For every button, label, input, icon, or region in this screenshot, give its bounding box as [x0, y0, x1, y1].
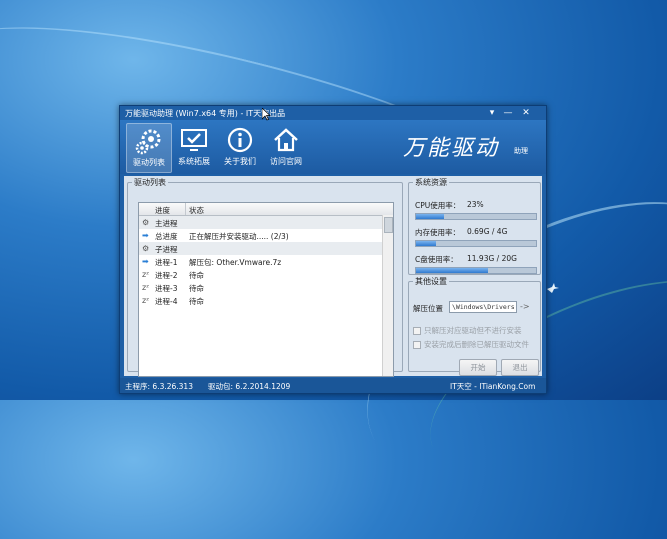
disk-usage-text: C盘使用率： 11.93G / 20G — [415, 254, 517, 264]
extract-path-label: 解压位置 — [413, 304, 443, 313]
extract-only-checkbox[interactable]: 只解压对应驱动但不进行安装 — [413, 325, 533, 335]
website-link[interactable]: IT天空 - ITianKong.Com — [450, 381, 535, 392]
logo-text: 万能驱动 — [403, 136, 500, 161]
list-item[interactable]: ⚙ 主进程 — [139, 216, 383, 229]
list-scrollbar[interactable] — [382, 215, 393, 376]
settings-button[interactable]: ▾ — [485, 107, 499, 119]
toolbar-label: 系统拓展 — [178, 157, 210, 166]
memory-usage-text: 内存使用率： 0.69G / 4G — [415, 227, 508, 237]
cpu-usage-bar — [415, 213, 537, 220]
list-item[interactable]: ⚙ 子进程 — [139, 242, 383, 255]
list-item[interactable]: ➡ 总进度 正在解压并安装驱动..... (2/3) — [139, 229, 383, 242]
memory-usage-bar — [415, 240, 537, 247]
logo-subtext: 助理 — [514, 147, 528, 155]
toolbar: 驱动列表 系统拓展 关于我们 访问官网 万能驱动 助理 — [120, 120, 546, 174]
gear-icon: ⚙ — [142, 244, 150, 253]
group-title: 系统资源 — [415, 178, 447, 187]
driver-package-version: 驱动包: 6.2.2014.1209 — [208, 382, 291, 391]
cpu-usage-text: CPU使用率： 23% — [415, 200, 484, 210]
sleep-icon: zᶻ — [142, 270, 150, 279]
toolbar-label: 关于我们 — [224, 157, 256, 166]
title-bar[interactable]: 万能驱动助理 (Win7.x64 专用) - IT天空出品 ▾ — ✕ — [120, 106, 546, 120]
main-content: 驱动列表 进度 状态 ⚙ 主进程 ➡ 总进度 正在解压并安装驱动..... (2… — [124, 176, 542, 377]
list-item[interactable]: zᶻ 进程-2 待命 — [139, 268, 383, 281]
main-program-version: 主程序: 6.3.26.313 — [125, 382, 193, 391]
close-button[interactable]: ✕ — [519, 107, 533, 119]
bird-icon — [547, 283, 559, 293]
group-title: 其他设置 — [415, 277, 447, 286]
disk-usage-bar — [415, 267, 537, 274]
list-header: 进度 状态 — [139, 203, 393, 216]
delete-after-install-checkbox[interactable]: 安装完成后删除已解压驱动文件 — [413, 339, 533, 349]
other-settings-group: 其他设置 解压位置 \Windows\Drivers -> 只解压对应驱动但不进… — [408, 276, 541, 376]
toolbar-label: 驱动列表 — [133, 158, 165, 167]
driver-list-group: 驱动列表 进度 状态 ⚙ 主进程 ➡ 总进度 正在解压并安装驱动..... (2… — [127, 177, 403, 377]
toolbar-system-extend[interactable]: 系统拓展 — [172, 123, 216, 171]
list-item[interactable]: ➡ 进程-1 解压包: Other.Vmware.7z — [139, 255, 383, 268]
group-title: 驱动列表 — [134, 178, 166, 187]
driver-list[interactable]: 进度 状态 ⚙ 主进程 ➡ 总进度 正在解压并安装驱动..... (2/3) ⚙… — [138, 202, 394, 377]
gears-icon — [135, 129, 161, 155]
sleep-icon: zᶻ — [142, 296, 150, 305]
home-icon — [274, 128, 298, 152]
toolbar-about[interactable]: 关于我们 — [218, 123, 262, 171]
toolbar-driver-list[interactable]: 驱动列表 — [126, 123, 172, 173]
toolbar-website[interactable]: 访问官网 — [264, 123, 308, 171]
app-window: 万能驱动助理 (Win7.x64 专用) - IT天空出品 ▾ — ✕ 驱动列表… — [119, 105, 547, 394]
toolbar-label: 访问官网 — [270, 157, 302, 166]
info-icon — [227, 127, 253, 153]
minimize-button[interactable]: — — [501, 107, 515, 119]
app-logo: 万能驱动 助理 — [403, 128, 543, 168]
scrollbar-thumb[interactable] — [384, 217, 393, 233]
monitor-check-icon — [181, 129, 207, 151]
exit-button[interactable]: 退出 — [501, 359, 539, 376]
system-resources-group: 系统资源 CPU使用率： 23% 内存使用率： 0.69G / 4G C盘使用率： 1… — [408, 177, 541, 275]
mouse-cursor-icon — [262, 108, 271, 121]
extract-path-input[interactable]: \Windows\Drivers — [449, 301, 517, 313]
sleep-icon: zᶻ — [142, 283, 150, 292]
arrow-icon: ➡ — [142, 231, 149, 240]
gear-icon: ⚙ — [142, 218, 150, 227]
list-item[interactable]: zᶻ 进程-3 待命 — [139, 281, 383, 294]
column-header[interactable]: 进度 — [155, 205, 170, 216]
browse-arrow-icon[interactable]: -> — [520, 302, 530, 311]
start-button[interactable]: 开始 — [459, 359, 497, 376]
list-item[interactable]: zᶻ 进程-4 待命 — [139, 294, 383, 307]
status-bar: 主程序: 6.3.26.313 驱动包: 6.2.2014.1209 IT天空 … — [120, 378, 546, 393]
arrow-icon: ➡ — [142, 257, 149, 266]
column-header[interactable]: 状态 — [189, 205, 204, 216]
